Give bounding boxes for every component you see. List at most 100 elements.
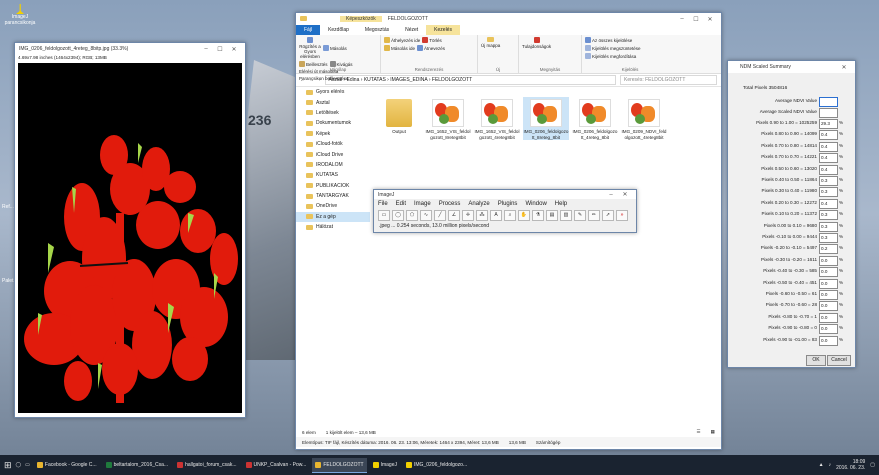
ndvi-bin-percent-input[interactable]: 0.4 (819, 153, 838, 164)
stack-tool-icon[interactable]: ▥ (560, 210, 572, 221)
dev-tool-icon[interactable]: ▤ (546, 210, 558, 221)
arrow-tool-icon[interactable]: ➚ (602, 210, 614, 221)
close-icon[interactable]: ✕ (837, 64, 851, 71)
ndvi-bin-percent-input[interactable]: 0.0 (819, 312, 838, 323)
ndvi-bin-percent-input[interactable]: 0.3 (819, 221, 838, 232)
ndvi-bin-percent-input[interactable]: 0.4 (819, 198, 838, 209)
minimize-icon[interactable]: – (675, 16, 689, 22)
taskbar-app-button[interactable]: UNKP_Csalvan - Pow... (243, 458, 310, 472)
cancel-button[interactable]: Cancel (827, 355, 851, 366)
angle-tool-icon[interactable]: ∠ (448, 210, 460, 221)
brush-tool-icon[interactable]: ✎ (574, 210, 586, 221)
quick-access-toolbar[interactable] (300, 15, 340, 23)
maximize-icon[interactable]: ☐ (213, 46, 227, 53)
wand-tool-icon[interactable]: ⁂ (476, 210, 488, 221)
tab-view[interactable]: Nézet (397, 27, 426, 33)
copy-button[interactable]: Másolás (323, 37, 347, 59)
ndvi-bin-percent-input[interactable]: 0.0 (819, 324, 838, 335)
freehand-tool-icon[interactable]: ∿ (420, 210, 432, 221)
sidebar-item[interactable]: Ez a gép (296, 211, 370, 223)
menu-window[interactable]: Window (525, 201, 546, 207)
ndvi-bin-percent-input[interactable]: 0.3 (819, 233, 838, 243)
file-item[interactable]: IMG_1652_VIS_feldolgozott_4reteg8bit (474, 97, 520, 140)
text-tool-icon[interactable]: A (490, 210, 502, 221)
ndvi-bin-percent-input[interactable]: 0.2 (819, 244, 838, 255)
network-icon[interactable]: ▲ (819, 462, 824, 468)
desktop-icon-imagej[interactable]: ImageJ parancsikonja (4, 4, 36, 26)
ndvi-bin-percent-input[interactable]: 0.0 (819, 290, 838, 300)
ndvi-titlebar[interactable]: NDM Scaled Summary ✕ (728, 61, 855, 73)
taskbar-app-button[interactable]: Facebook - Google C... (34, 458, 100, 472)
dropper-tool-icon[interactable]: ⚗ (532, 210, 544, 221)
sidebar-item[interactable]: Gyors elérés (296, 87, 370, 97)
breadcrumb-item[interactable]: IMAGES_EDINA (390, 77, 427, 83)
paste-shortcut-button[interactable]: Parancsikon beillesztése (299, 76, 349, 81)
file-item[interactable]: IMG_0206_feldolgozott_4reteg_8bit (572, 97, 618, 140)
taskbar-app-button[interactable]: hallgatoi_forum_csak... (174, 458, 239, 472)
point-tool-icon[interactable]: ✛ (462, 210, 474, 221)
ndvi-bin-percent-input[interactable]: 0.0 (819, 335, 838, 346)
imagej-window[interactable]: ImageJ – ✕ File Edit Image Process Analy… (373, 189, 637, 233)
polygon-tool-icon[interactable]: ⬠ (406, 210, 418, 221)
select-all-button[interactable]: Az összes kijelölése (585, 37, 641, 43)
average-scaled-ndvi-input[interactable] (819, 108, 838, 118)
view-details-icon[interactable]: ☰ (697, 429, 701, 435)
explorer-titlebar[interactable]: Képeszközök FELDOLGOZOTT – ☐ ✕ (296, 13, 721, 25)
oval-tool-icon[interactable]: ◯ (392, 210, 404, 221)
sidebar-item[interactable]: PUBLIKACIOK (296, 181, 370, 191)
imagej-titlebar[interactable]: ImageJ – ✕ (374, 190, 636, 199)
ndvi-bin-percent-input[interactable]: 0.4 (819, 164, 838, 175)
menu-plugins[interactable]: Plugins (498, 201, 518, 207)
delete-button[interactable]: Törlés (422, 37, 442, 43)
sidebar-item[interactable]: Dokumentumok (296, 118, 370, 128)
cortana-icon[interactable]: ◯ (16, 462, 22, 468)
taskbar-app-button[interactable]: beltartalom_2016_Csa... (103, 458, 171, 472)
breadcrumb-item[interactable]: FELDOLGOZOTT (432, 77, 472, 83)
select-none-button[interactable]: Kijelölés megszüntetése (585, 45, 641, 51)
file-item[interactable]: IMG_1652_VIS_feldolgozott_8reteg8bit (425, 97, 471, 140)
ndvi-bin-percent-input[interactable]: 0.4 (819, 141, 838, 152)
sidebar-item[interactable]: OneDrive (296, 201, 370, 211)
image-canvas[interactable] (18, 63, 242, 413)
new-folder-button[interactable]: Új mappa (481, 37, 500, 48)
properties-button[interactable]: Tulajdonságok (522, 37, 551, 49)
volume-icon[interactable]: ♪ (829, 462, 832, 468)
tab-home[interactable]: Kezdőlap (320, 27, 357, 33)
image-window-titlebar[interactable]: IMG_0206_feldolgozott_4reteg_8bitp.jpg (… (15, 43, 245, 55)
ndvi-summary-dialog[interactable]: NDM Scaled Summary ✕ Total Pixels 350481… (727, 60, 856, 368)
invert-selection-button[interactable]: Kijelölés megfordítása (585, 53, 641, 59)
sidebar-item[interactable]: TANTARGYAK (296, 191, 370, 201)
sidebar-item[interactable]: iCloud-fotók (296, 139, 370, 149)
line-tool-icon[interactable]: ╱ (434, 210, 446, 221)
rename-button[interactable]: Átnevezés (417, 45, 445, 51)
ok-button[interactable]: OK (806, 355, 826, 366)
copy-to-button[interactable]: Másolás ide (384, 45, 415, 51)
windows-start-icon[interactable]: ⊞ (4, 460, 12, 471)
minimize-icon[interactable]: – (604, 192, 618, 198)
sidebar-item[interactable]: KUTATAS (296, 170, 370, 180)
file-item[interactable]: Output (376, 97, 422, 135)
average-ndvi-input[interactable] (819, 97, 838, 107)
task-view-icon[interactable]: ▭ (25, 462, 30, 468)
image-window[interactable]: IMG_0206_feldolgozott_4reteg_8bitp.jpg (… (14, 42, 246, 418)
ndvi-bin-percent-input[interactable]: 0.0 (819, 267, 838, 278)
taskbar-app-button[interactable]: FELDOLGOZOTT (312, 457, 367, 473)
sidebar-item[interactable]: iCloud Drive (296, 149, 370, 159)
menu-image[interactable]: Image (414, 201, 431, 207)
sidebar-item[interactable]: IRODALOM (296, 160, 370, 170)
sidebar-item[interactable]: Asztal (296, 97, 370, 107)
ndvi-bin-percent-input[interactable]: 0.0 (819, 278, 838, 289)
ndvi-bin-percent-input[interactable]: 29.3 (819, 119, 838, 129)
more-tools-icon[interactable]: » (616, 210, 628, 221)
ndvi-bin-percent-input[interactable]: 0.0 (819, 301, 838, 312)
ndvi-bin-percent-input[interactable]: 0.0 (819, 255, 838, 266)
menu-analyze[interactable]: Analyze (468, 201, 489, 207)
rectangle-tool-icon[interactable]: ▭ (378, 210, 390, 221)
view-icons-icon[interactable]: ▦ (711, 429, 715, 435)
clock-date[interactable]: 2016. 06. 23. (836, 465, 865, 471)
close-icon[interactable]: ✕ (618, 191, 632, 198)
sidebar-item[interactable]: Hálózat (296, 222, 370, 232)
notification-icon[interactable]: ▢ (870, 462, 875, 468)
ndvi-bin-percent-input[interactable]: 0.3 (819, 187, 838, 198)
address-bar[interactable]: Asztal › Edina › KUTATAS › IMAGES_EDINA … (324, 75, 616, 85)
